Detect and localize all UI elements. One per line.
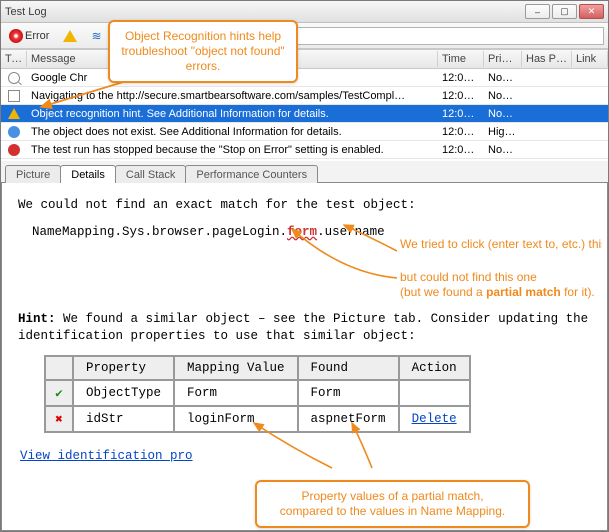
- search-container: [259, 27, 604, 45]
- namemap-path: NameMapping.Sys.browser.pageLogin.form.u…: [32, 224, 591, 241]
- hint-text: We found a similar object – see the Pict…: [18, 312, 588, 343]
- err-icon: [8, 144, 20, 156]
- property-row: ✖idStrloginFormaspnetFormDelete: [45, 406, 470, 432]
- row-time: 12:0…: [438, 107, 484, 121]
- titlebar: Test Log – ▢ ✕: [1, 1, 608, 23]
- row-priority: No…: [484, 107, 522, 121]
- hint-paragraph: Hint: We found a similar object – see th…: [18, 311, 591, 345]
- row-time: 12:0…: [438, 89, 484, 103]
- filter-message[interactable]: ≋: [87, 30, 105, 42]
- col-has-picture[interactable]: Has Pi…: [522, 51, 572, 67]
- hint-label: Hint:: [18, 312, 56, 326]
- warning-icon: [63, 30, 77, 42]
- grid-body: Google Chr12:0…No… Navigating to the http…: [1, 69, 608, 159]
- row-priority: No…: [484, 71, 522, 85]
- close-button[interactable]: ✕: [579, 4, 604, 19]
- callout-top-text: Object Recognition hints help troublesho…: [121, 29, 284, 73]
- col-priority[interactable]: Pri…: [484, 51, 522, 67]
- info-icon: [8, 126, 20, 138]
- grid-header: Type Message Time Pri… Has Pi… Link: [1, 49, 608, 69]
- doc-icon: [8, 90, 20, 102]
- th-property: Property: [73, 356, 174, 380]
- row-priority: No…: [484, 143, 522, 157]
- log-grid: Type Message Time Pri… Has Pi… Link Goog…: [1, 49, 608, 159]
- properties-table: PropertyMapping ValueFoundAction✔ObjectT…: [44, 355, 471, 433]
- col-link[interactable]: Link: [572, 51, 608, 67]
- window-title: Test Log: [5, 6, 525, 18]
- check-fail-icon: ✖: [55, 413, 63, 427]
- col-time[interactable]: Time: [438, 51, 484, 67]
- table-row[interactable]: Object recognition hint. See Additional …: [1, 105, 608, 123]
- table-row[interactable]: Google Chr12:0…No…: [1, 69, 608, 87]
- row-time: 12:0…: [438, 71, 484, 85]
- warn-icon: [8, 108, 20, 119]
- row-time: 12:0…: [438, 125, 484, 139]
- row-message: The test run has stopped because the "St…: [27, 143, 438, 157]
- namemap-missing: form: [287, 225, 317, 239]
- tab-performance-counters[interactable]: Performance Counters: [185, 165, 318, 183]
- row-message: Navigating to the http://secure.smartbea…: [27, 89, 438, 103]
- check-ok-icon: ✔: [55, 387, 63, 401]
- namemap-prefix: NameMapping.Sys.browser.pageLogin.: [32, 225, 287, 239]
- tab-details[interactable]: Details: [60, 165, 116, 183]
- message-icon: ≋: [91, 30, 101, 42]
- search-input[interactable]: [259, 27, 604, 45]
- row-priority: No…: [484, 89, 522, 103]
- details-panel: We could not find an exact match for the…: [1, 183, 608, 531]
- filter-error[interactable]: Error: [5, 29, 53, 43]
- property-row: ✔ObjectTypeFormForm: [45, 380, 470, 406]
- log-toolbar: Error ≋ Event: [1, 23, 608, 49]
- minimize-button[interactable]: –: [525, 4, 550, 19]
- anno-right2: but could not find this one: [400, 270, 537, 284]
- table-row[interactable]: The test run has stopped because the "St…: [1, 141, 608, 159]
- th-found: Found: [298, 356, 399, 380]
- callout-bottom-a: Property values of a partial match,: [301, 489, 483, 503]
- error-icon: [9, 29, 23, 43]
- details-tabs: PictureDetailsCall StackPerformance Coun…: [1, 161, 608, 183]
- callout-bottom: Property values of a partial match, comp…: [255, 480, 530, 528]
- view-identification-link[interactable]: View identification pro: [20, 449, 193, 463]
- test-log-window: Test Log – ▢ ✕ Error ≋ Event Type Messag…: [0, 0, 609, 532]
- filter-error-label: Error: [25, 30, 49, 42]
- col-type[interactable]: Type: [1, 51, 27, 67]
- maximize-button[interactable]: ▢: [552, 4, 577, 19]
- filter-warning[interactable]: [59, 30, 81, 42]
- window-buttons: – ▢ ✕: [525, 4, 604, 19]
- table-row[interactable]: The object does not exist. See Additiona…: [1, 123, 608, 141]
- details-line1: We could not find an exact match for the…: [18, 197, 591, 214]
- namemap-suffix: .username: [317, 225, 385, 239]
- delete-link[interactable]: Delete: [412, 412, 457, 426]
- row-message: Object recognition hint. See Additional …: [27, 107, 438, 121]
- row-message: The object does not exist. See Additiona…: [27, 125, 438, 139]
- callout-bottom-b: compared to the values in Name Mapping.: [280, 504, 505, 518]
- search-icon: [8, 72, 20, 84]
- anno-right3: (but we found a partial match for it).: [400, 285, 595, 299]
- row-time: 12:0…: [438, 143, 484, 157]
- table-row[interactable]: Navigating to the http://secure.smartbea…: [1, 87, 608, 105]
- tab-call-stack[interactable]: Call Stack: [115, 165, 187, 183]
- row-priority: Hig…: [484, 125, 522, 139]
- tab-picture[interactable]: Picture: [5, 165, 61, 183]
- callout-top: Object Recognition hints help troublesho…: [108, 20, 298, 83]
- th-action: Action: [399, 356, 470, 380]
- th-mapping: Mapping Value: [174, 356, 298, 380]
